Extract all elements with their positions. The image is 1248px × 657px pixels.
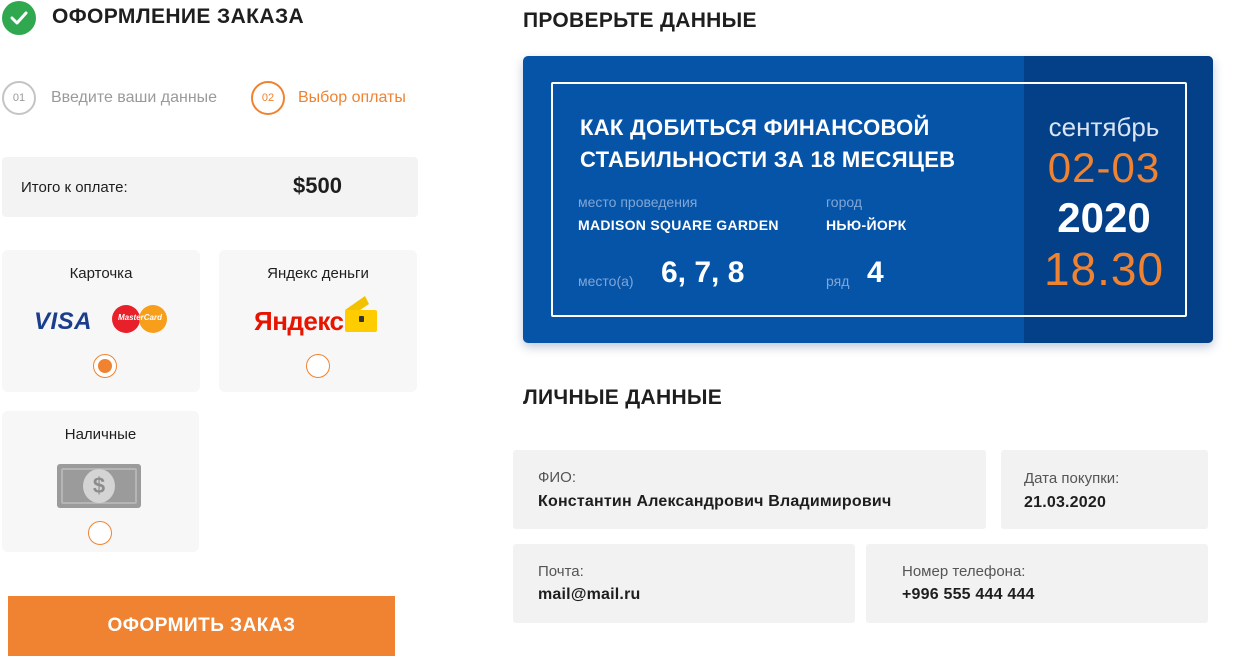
card-label: Карточка <box>69 265 133 282</box>
payment-option-cash[interactable]: Наличные $ <box>2 411 199 552</box>
total-box: Итого к оплате: $500 <box>2 157 418 217</box>
step-2-number[interactable]: 02 <box>251 81 285 115</box>
event-month: сентябрь <box>1048 112 1160 142</box>
name-box: ФИО: Константин Александрович Владимиров… <box>513 450 986 529</box>
email-label: Почта: <box>538 563 584 580</box>
seats-label: место(а) <box>578 273 634 289</box>
row-label: ряд <box>826 273 850 289</box>
venue-value: MADISON SQUARE GARDEN <box>578 217 779 233</box>
mastercard-logo: MasterCard <box>112 305 168 333</box>
date-label: Дата покупки: <box>1024 470 1120 487</box>
date-value: 21.03.2020 <box>1024 494 1107 511</box>
cash-label: Наличные <box>64 426 137 443</box>
event-days: 02-03 <box>1047 144 1161 191</box>
payment-option-card[interactable]: Карточка VISA MasterCard <box>2 250 200 392</box>
name-value: Константин Александрович Владимирович <box>538 493 892 510</box>
cash-symbol: $ <box>92 473 106 498</box>
cash-radio[interactable] <box>88 521 112 545</box>
submit-order-button[interactable]: ОФОРМИТЬ ЗАКАЗ <box>8 596 395 656</box>
yandex-label: Яндекс деньги <box>267 265 369 282</box>
date-box: Дата покупки: 21.03.2020 <box>1001 450 1208 529</box>
name-label: ФИО: <box>538 469 577 486</box>
yandex-logo: Яндекс <box>254 306 344 336</box>
row-value: 4 <box>867 256 884 289</box>
total-value: $500 <box>293 173 342 198</box>
seats-value: 6, 7, 8 <box>661 256 745 289</box>
payment-option-yandex[interactable]: Яндекс деньги Яндекс <box>219 250 417 392</box>
event-year: 2020 <box>1057 194 1151 241</box>
email-value: mail@mail.ru <box>538 586 641 603</box>
event-ticket: КАК ДОБИТЬСЯ ФИНАНСОВОЙ СТАБИЛЬНОСТИ ЗА … <box>523 56 1213 343</box>
phone-value: +996 555 444 444 <box>902 586 1035 603</box>
step-1-number[interactable]: 01 <box>2 81 36 115</box>
visa-logo: VISA <box>34 308 93 335</box>
event-time: 18.30 <box>1043 243 1165 295</box>
check-title: ПРОВЕРЬТЕ ДАННЫЕ <box>523 9 757 32</box>
radio-selected-dot <box>98 359 112 373</box>
personal-title: ЛИЧНЫЕ ДАННЫЕ <box>523 386 723 409</box>
yandex-radio[interactable] <box>306 354 330 378</box>
phone-box: Номер телефона: +996 555 444 444 <box>866 544 1208 623</box>
yandex-wallet-icon <box>343 292 379 339</box>
city-value: НЬЮ-ЙОРК <box>826 217 907 233</box>
check-icon <box>2 1 36 35</box>
phone-label: Номер телефона: <box>902 563 1026 580</box>
card-radio[interactable] <box>93 354 117 378</box>
total-label: Итого к оплате: <box>21 179 128 196</box>
step-2-label[interactable]: Выбор оплаты <box>298 89 406 107</box>
page-title: ОФОРМЛЕНИЕ ЗАКАЗА <box>52 5 305 28</box>
venue-label: место проведения <box>578 194 698 210</box>
step-1-label[interactable]: Введите ваши данные <box>51 89 217 107</box>
mastercard-text: MasterCard <box>117 313 162 322</box>
email-box: Почта: mail@mail.ru <box>513 544 855 623</box>
event-title: КАК ДОБИТЬСЯ ФИНАНСОВОЙ СТАБИЛЬНОСТИ ЗА … <box>580 115 956 172</box>
city-label: город <box>826 194 863 210</box>
cash-icon: $ <box>57 464 141 508</box>
